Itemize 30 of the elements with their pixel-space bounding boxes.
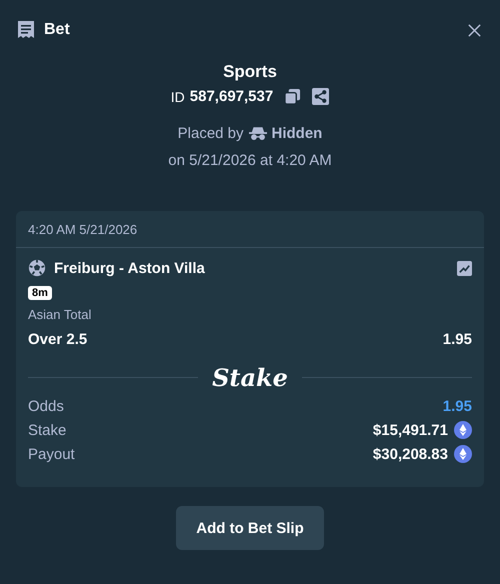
event-name[interactable]: Freiburg - Aston Villa (54, 260, 205, 276)
bet-timestamp: 4:20 AM 5/21/2026 (28, 222, 138, 236)
ethereum-icon (454, 421, 472, 439)
stat-label: Stake (28, 422, 66, 438)
selection: Over 2.5 (28, 331, 88, 348)
ethereum-icon (454, 445, 472, 463)
close-icon[interactable] (467, 22, 482, 38)
incognito-icon (248, 126, 267, 141)
soccer-ball-icon (28, 259, 46, 277)
selection-odds: 1.95 (442, 331, 472, 348)
copy-icon[interactable] (284, 88, 302, 105)
bet-id: 587,697,537 (190, 88, 274, 105)
receipt-icon (16, 20, 36, 40)
share-icon[interactable] (312, 88, 330, 105)
live-time-badge: 8m (28, 286, 52, 300)
modal-title: Bet (44, 21, 70, 39)
stat-value: $15,491.71 (372, 422, 448, 438)
trend-chart-icon[interactable] (457, 260, 472, 276)
add-to-bet-slip-button[interactable]: Add to Bet Slip (176, 506, 324, 550)
stat-value: 1.95 (442, 398, 472, 414)
placed-by-label: Placed by (178, 125, 244, 142)
stat-label: Payout (28, 446, 75, 462)
market-name: Asian Total (28, 307, 92, 322)
stat-value: $30,208.83 (372, 446, 448, 462)
stat-label: Odds (28, 398, 64, 414)
bet-category: Sports (223, 62, 277, 82)
user-name: Hidden (272, 125, 322, 142)
brand-logo: Stake (212, 362, 288, 392)
placed-date: on 5/21/2026 at 4:20 AM (168, 152, 332, 169)
bet-id-label: ID (170, 88, 185, 104)
